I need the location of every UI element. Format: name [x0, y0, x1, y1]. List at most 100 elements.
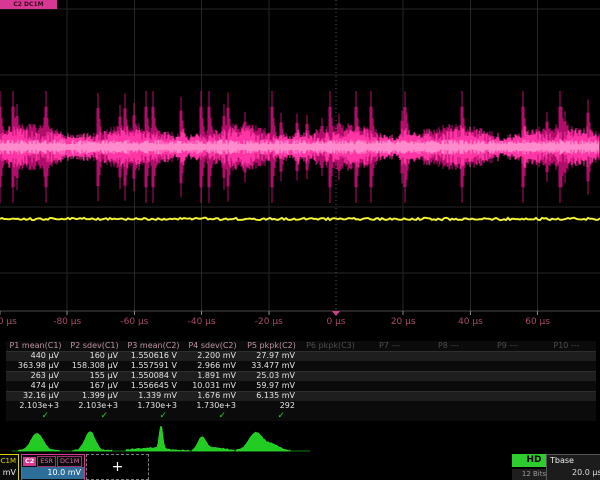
c1-coupling-label: DC1M — [0, 455, 18, 467]
measure-table: P1 mean(C1)P2 sdev(C1)P3 mean(C2)P4 sdev… — [6, 341, 596, 421]
oscilloscope-screen: C2 DC1M -100 µs -80 µs -60 µs -40 µs -20 µs 0… — [0, 0, 600, 480]
time-axis-labels: -100 µs -80 µs -60 µs -40 µs -20 µs 0 µs 20 µs… — [0, 317, 600, 329]
measure-value: 1.557591 V — [124, 361, 183, 371]
measure-histicon[interactable] — [192, 437, 234, 451]
measure-value — [537, 381, 596, 391]
c1-descriptor[interactable]: DC1M 10.0 mV — [0, 454, 19, 480]
measure-value: 167 µV — [65, 381, 124, 391]
measure-value — [301, 371, 360, 381]
trace-c2 — [0, 91, 599, 203]
measure-histicon[interactable] — [18, 433, 60, 451]
status-check-icon: ✓ — [242, 411, 301, 421]
measure-value — [419, 401, 478, 411]
measure-value: 1.676 mV — [183, 391, 242, 401]
measure-value — [301, 351, 360, 361]
timebase-scale-label: 20.0 µs/div — [547, 467, 600, 479]
measure-value — [419, 411, 478, 421]
measure-value — [360, 381, 419, 391]
measure-value: 2.103e+3 — [65, 401, 124, 411]
add-trace-button[interactable]: + — [86, 454, 149, 480]
measure-value: 363.98 µV — [6, 361, 65, 371]
measure-value — [301, 411, 360, 421]
c2-descriptor[interactable]: C2 ESR DC1M 10.0 mV — [21, 454, 85, 480]
c2-scale-label: 10.0 mV — [22, 467, 84, 479]
c2-esr-chip: ESR — [37, 456, 56, 467]
time-axis-label: -20 µs — [255, 317, 283, 327]
measure-value — [537, 371, 596, 381]
c2-channel-chip: C2 — [23, 457, 36, 466]
measure-value — [419, 371, 478, 381]
measure-value: 32.16 µV — [6, 391, 65, 401]
measure-value — [478, 411, 537, 421]
measure-value: 2.103e+3 — [6, 401, 65, 411]
measure-value — [360, 401, 419, 411]
measure-param-header[interactable]: P8 --- — [419, 341, 478, 351]
time-axis-label: 20 µs — [391, 317, 416, 327]
measure-param-header[interactable]: P5 pkpk(C2) — [242, 341, 301, 351]
measure-value — [301, 401, 360, 411]
measure-param-header[interactable]: P1 mean(C1) — [6, 341, 65, 351]
measure-value — [478, 391, 537, 401]
measure-value — [537, 391, 596, 401]
measure-param-header[interactable]: P9 --- — [478, 341, 537, 351]
measure-param-header[interactable]: P10 --- — [537, 341, 596, 351]
measure-value — [301, 361, 360, 371]
status-check-icon: ✓ — [124, 411, 183, 421]
measure-value: 155 µV — [65, 371, 124, 381]
status-check-icon: ✓ — [183, 411, 242, 421]
histicon-strip[interactable] — [0, 426, 600, 453]
measure-value: 2.200 mV — [183, 351, 242, 361]
time-axis-label: -100 µs — [0, 317, 17, 327]
measure-value: 27.97 mV — [242, 351, 301, 361]
measure-row-max: 474 µV167 µV1.556645 V10.031 mV59.97 mV — [6, 381, 596, 391]
measure-value — [360, 391, 419, 401]
timebase-label: Tbase — [547, 455, 600, 467]
measure-histicon[interactable] — [236, 432, 290, 451]
measure-value: 158.308 µV — [65, 361, 124, 371]
time-axis-label: -60 µs — [120, 317, 148, 327]
timebase-descriptor[interactable]: Tbase 20.0 µs/div — [546, 454, 600, 480]
measure-value: 440 µV — [6, 351, 65, 361]
time-axis-label: -80 µs — [53, 317, 81, 327]
measure-param-header[interactable]: P4 sdev(C2) — [183, 341, 242, 351]
measure-histicon[interactable] — [72, 432, 112, 451]
status-check-icon: ✓ — [65, 411, 124, 421]
measure-value: 1.730e+3 — [183, 401, 242, 411]
measure-param-header[interactable]: P3 mean(C2) — [124, 341, 183, 351]
measure-value: 1.399 µV — [65, 391, 124, 401]
time-axis-label: 0 µs — [326, 317, 345, 327]
measure-value: 10.031 mV — [183, 381, 242, 391]
measure-param-header[interactable]: P7 --- — [360, 341, 419, 351]
measure-value — [419, 391, 478, 401]
measure-value: 160 µV — [65, 351, 124, 361]
time-axis-label: -40 µs — [188, 317, 216, 327]
measure-value — [537, 361, 596, 371]
measure-value: 1.730e+3 — [124, 401, 183, 411]
trace-c1 — [0, 218, 600, 220]
measure-value: 263 µV — [6, 371, 65, 381]
measure-value — [301, 381, 360, 391]
measure-row-status: ✓✓✓✓✓ — [6, 411, 596, 421]
measure-value: 1.550616 V — [124, 351, 183, 361]
measure-value — [478, 361, 537, 371]
measure-row-sdev: 32.16 µV1.399 µV1.339 mV1.676 mV6.135 mV — [6, 391, 596, 401]
trace-annotation-chip[interactable]: C2 DC1M — [0, 0, 57, 9]
time-axis-label: 40 µs — [458, 317, 483, 327]
measure-value — [360, 411, 419, 421]
trigger-marker-icon[interactable] — [332, 311, 340, 316]
graticule — [0, 0, 600, 316]
measure-value: 292 — [242, 401, 301, 411]
measure-value — [360, 361, 419, 371]
measure-row-num: 2.103e+32.103e+31.730e+31.730e+3292 — [6, 401, 596, 411]
c1-scale-label: 10.0 mV — [0, 467, 18, 479]
measure-row-mean: 363.98 µV158.308 µV1.557591 V2.966 mV33.… — [6, 361, 596, 371]
measure-value: 1.339 mV — [124, 391, 183, 401]
measure-param-header[interactable]: P2 sdev(C1) — [65, 341, 124, 351]
c2-coupling-chip: DC1M — [57, 456, 82, 467]
measure-param-header[interactable]: P6 pkpk(C3) — [301, 341, 360, 351]
measure-value — [419, 381, 478, 391]
measure-value: 1.891 mV — [183, 371, 242, 381]
measure-value — [478, 371, 537, 381]
measure-histicon[interactable] — [126, 426, 190, 451]
measure-value — [478, 351, 537, 361]
